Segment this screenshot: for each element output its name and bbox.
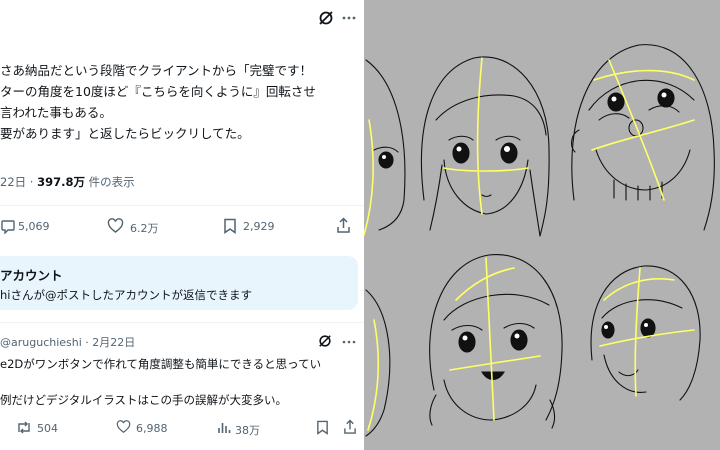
like-icon[interactable] [107,218,124,234]
reply-text-line: e2Dがワンボタンで作れて角度調整も簡単にできると思ってい [0,357,322,371]
more-icon[interactable] [342,12,356,24]
bookmark-icon[interactable] [316,420,329,435]
divider [0,205,364,206]
post-body-line: ターの角度を10度ほど『こちらを向くように』回転させ [0,84,316,99]
reply-count: 5,069 [18,220,50,233]
face-angle-sketch [364,44,715,437]
reply-repost-count: 504 [37,422,58,435]
reply-view-count: 38万 [235,424,260,437]
grok-icon[interactable] [318,334,332,348]
notice-text: hiさんが@ポストしたアカウントが返信できます [0,288,252,302]
more-icon[interactable] [342,336,356,348]
post-body-line: 言われた事もある。 [0,105,112,120]
like-icon[interactable] [116,420,131,434]
share-icon[interactable] [336,217,351,234]
post-meta: 22日 · 397.8万 件の表示 [0,174,135,190]
post-body-line: さあ納品だという段階でクライアントから「完璧です！ [0,63,313,78]
view-count: 397.8万 [37,175,85,189]
views-icon[interactable] [217,420,231,434]
face-sketch-3 [570,44,715,231]
post-pane: さあ納品だという段階でクライアントから「完璧です！ ターの角度を10度ほど『こち… [0,0,364,450]
face-sketch-6 [590,265,701,401]
bookmark-count: 2,929 [243,220,275,233]
reply-text-line: 例だけどデジタルイラストはこの手の誤解が大変多い。 [0,393,288,407]
angle-guide-lines [364,57,695,431]
face-sketch-2 [420,56,550,237]
post-body-line: 要があります」と返したらビックリしてた。 [0,126,250,141]
face-sketch-5 [429,254,563,429]
share-icon[interactable] [343,419,357,435]
like-count: 6.2万 [130,222,159,235]
post-date: 22日 · [0,175,38,189]
bookmark-icon[interactable] [223,218,237,234]
repost-icon[interactable] [16,420,32,435]
reply-restriction-notice: アカウント hiさんが@ポストしたアカウントが返信できます [0,256,358,310]
notice-title: アカウント [0,268,63,283]
attached-illustration[interactable] [364,0,720,450]
divider [0,322,364,323]
grok-icon[interactable] [318,10,334,26]
reply-like-count: 6,988 [136,422,168,435]
view-label: 件の表示 [85,175,135,189]
reply-icon[interactable] [0,218,16,234]
reply-header[interactable]: @aruguchieshi · 2月22日 [0,334,135,350]
